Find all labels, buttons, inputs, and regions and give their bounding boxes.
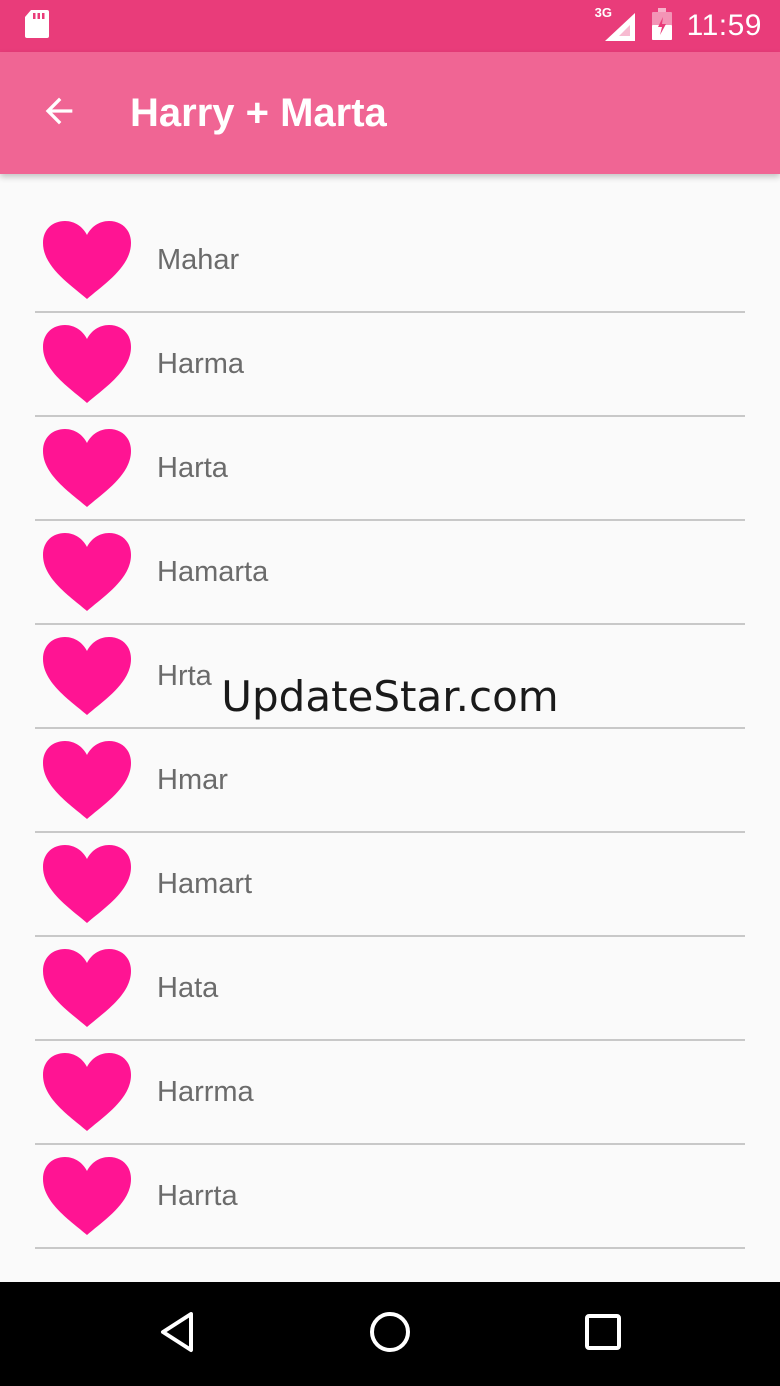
list-item-label: Hamarta (157, 555, 269, 588)
nav-home-button[interactable] (350, 1294, 430, 1374)
list-item[interactable]: Hamart (35, 833, 745, 937)
list-item-label: Harta (157, 451, 228, 484)
recents-square-icon (583, 1312, 623, 1357)
list-item-label: Hamart (157, 867, 253, 900)
page-title: Harry + Marta (130, 90, 387, 135)
back-arrow-icon (39, 91, 79, 136)
status-time: 11:59 (686, 9, 762, 42)
navigation-bar (0, 1282, 780, 1386)
list-item[interactable]: Harta (35, 417, 745, 521)
list-item[interactable]: Harrta (35, 1145, 745, 1249)
list-item-label: Harrta (157, 1179, 238, 1212)
list-item-label: Harma (157, 347, 245, 380)
list-item[interactable]: Hamarta (35, 521, 745, 625)
heart-icon (41, 219, 133, 301)
name-list: Mahar Harma Harta Hamarta Hrta Hmar Hama… (35, 209, 745, 1249)
nav-back-button[interactable] (137, 1294, 217, 1374)
list-item-label: Harrma (157, 1075, 254, 1108)
nav-recents-button[interactable] (563, 1294, 643, 1374)
signal-icon: 3G (595, 5, 637, 43)
list-item[interactable]: Hmar (35, 729, 745, 833)
list-item[interactable]: Hrta (35, 625, 745, 729)
heart-icon (41, 427, 133, 509)
list-item-label: Hata (157, 971, 219, 1004)
heart-icon (41, 1155, 133, 1237)
battery-icon (651, 7, 673, 46)
heart-icon (41, 843, 133, 925)
heart-icon (41, 635, 133, 717)
status-bar: 3G 11:59 (0, 0, 780, 52)
list-item-label: Hrta (157, 659, 212, 692)
list-item-label: Mahar (157, 243, 240, 276)
list-item[interactable]: Harrma (35, 1041, 745, 1145)
back-triangle-icon (157, 1310, 197, 1359)
list-item[interactable]: Mahar (35, 209, 745, 313)
back-button[interactable] (0, 52, 120, 174)
app-bar: Harry + Marta (0, 52, 780, 174)
sd-card-icon (24, 9, 50, 44)
list-item[interactable]: Hata (35, 937, 745, 1041)
list-item-label: Hmar (157, 763, 228, 796)
home-circle-icon (368, 1310, 412, 1359)
heart-icon (41, 947, 133, 1029)
heart-icon (41, 1051, 133, 1133)
heart-icon (41, 531, 133, 613)
heart-icon (41, 323, 133, 405)
list-item[interactable]: Harma (35, 313, 745, 417)
heart-icon (41, 739, 133, 821)
